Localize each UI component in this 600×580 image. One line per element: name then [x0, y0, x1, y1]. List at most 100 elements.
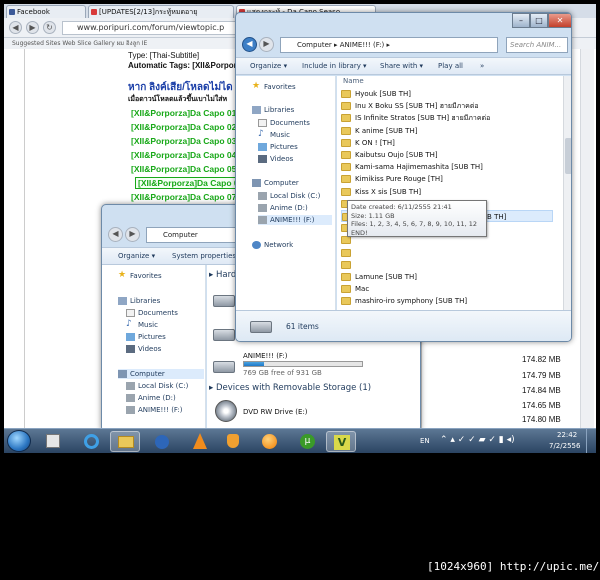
episode-link[interactable]: [XII&Porporza]Da Capo 02[D	[131, 122, 245, 132]
share-with-button[interactable]: Share with ▾	[380, 61, 423, 72]
close-button[interactable]: ✕	[548, 13, 571, 28]
nav-pictures[interactable]: Pictures	[258, 142, 298, 152]
minimize-button[interactable]: –	[512, 13, 530, 28]
name-column-header[interactable]: Name	[343, 77, 364, 85]
drive-icon[interactable]	[213, 329, 235, 341]
folder-row[interactable]: Inu X Boku SS [SUB TH] ฮายมีภาคต่อ	[341, 100, 553, 112]
folder-row[interactable]: Kami-sama Hajimemashita [SUB TH]	[341, 161, 553, 173]
maximize-button[interactable]: □	[530, 13, 548, 28]
folder-name: mashiro-iro symphony [SUB TH]	[355, 297, 468, 306]
folder-row[interactable]: Kaibutsu Oujo [SUB TH]	[341, 149, 553, 161]
nav-network[interactable]: Network	[252, 240, 293, 250]
episode-link[interactable]: [XII&Porporza]Da Capo 05[D	[131, 164, 245, 174]
folder-row[interactable]	[341, 247, 553, 259]
app-icon-v[interactable]: V	[326, 431, 356, 452]
clock-date[interactable]: 7/2/2556	[549, 442, 580, 450]
folder-name: K anime [SUB TH]	[355, 126, 418, 135]
nav-libraries[interactable]: Libraries	[118, 296, 160, 306]
episode-link[interactable]: [XII&Porporza]Da Capo 07[D	[131, 192, 245, 202]
bookmarks-text[interactable]: Suggested Sites Web Slice Gallery ผม อิง…	[4, 40, 147, 47]
vlc-icon[interactable]	[184, 431, 214, 452]
play-all-button[interactable]: Play all	[438, 61, 463, 72]
folder-row[interactable]	[341, 259, 553, 271]
search-input[interactable]: Search ANIM...	[506, 37, 568, 53]
episode-link[interactable]: [XII&Porporza]Da Capo 03[D	[131, 136, 245, 146]
nav-documents[interactable]: Documents	[126, 308, 178, 318]
folder-row[interactable]: Kiss X sis [SUB TH]	[341, 186, 553, 198]
internet-explorer-icon[interactable]	[76, 431, 106, 452]
nav-favorites[interactable]: ★ Favorites	[252, 81, 296, 92]
nav-label: Libraries	[130, 297, 161, 305]
browser-scrollbar[interactable]	[580, 49, 594, 429]
nav-pictures[interactable]: Pictures	[126, 332, 166, 342]
nav-libraries[interactable]: Libraries	[252, 105, 294, 115]
show-desktop-button[interactable]	[586, 429, 596, 453]
back-arrow-icon[interactable]: ◀	[108, 227, 123, 242]
nav-local-disk[interactable]: Local Disk (C:)	[126, 381, 188, 391]
more-commands-button[interactable]: »	[480, 61, 484, 72]
nav-videos[interactable]: Videos	[258, 154, 293, 164]
nav-anime-f[interactable]: ANIME!!! (F:)	[126, 405, 183, 415]
nav-music[interactable]: ♪ Music	[258, 129, 290, 140]
folder-row[interactable]: Lamune [SUB TH]	[341, 271, 553, 283]
taskbar-app-icon[interactable]	[38, 431, 68, 452]
include-in-library-button[interactable]: Include in library ▾	[302, 61, 367, 72]
organize-button[interactable]: Organize ▾	[118, 251, 155, 262]
system-properties-button[interactable]: System properties	[172, 251, 236, 262]
nav-documents[interactable]: Documents	[258, 118, 310, 128]
back-arrow-icon[interactable]: ◀	[9, 21, 22, 34]
drive-icon[interactable]	[213, 361, 235, 373]
reload-icon[interactable]: ↻	[43, 21, 56, 34]
nav-anime-d[interactable]: Anime (D:)	[258, 203, 308, 213]
app-icon-pin[interactable]	[218, 431, 248, 452]
windows-explorer-icon[interactable]	[110, 431, 140, 452]
nav-videos[interactable]: Videos	[126, 344, 161, 354]
star-icon: ★	[118, 270, 127, 280]
clock-time[interactable]: 22:42	[557, 431, 577, 439]
folder-row[interactable]: mashiro-iro symphony [SUB TH]	[341, 295, 553, 307]
episode-link[interactable]: [XII&Porporza]Da Capo 04[D	[131, 150, 245, 160]
drive-icon	[126, 394, 135, 402]
nav-label: Music	[270, 131, 290, 139]
folder-row[interactable]: K ON ! [TH]	[341, 137, 553, 149]
forward-arrow-icon[interactable]: ▶	[125, 227, 140, 242]
nav-music[interactable]: ♪ Music	[126, 319, 158, 330]
address-bar[interactable]: Computer ▸ ANIME!!! (F:) ▸	[280, 37, 498, 53]
watermark-text: [1024x960] http://upic.me/	[427, 560, 600, 573]
nav-local-disk[interactable]: Local Disk (C:)	[258, 191, 320, 201]
drive-label[interactable]: ANIME!!! (F:)	[243, 352, 288, 360]
nav-anime-d[interactable]: Anime (D:)	[126, 393, 176, 403]
dvd-label[interactable]: DVD RW Drive (E:)	[243, 408, 308, 416]
scroll-thumb[interactable]	[565, 138, 571, 174]
forward-arrow-icon[interactable]: ▶	[26, 21, 39, 34]
tab-updates[interactable]: [UPDATES[2/13]กระทู้หมดอายุ	[88, 5, 234, 18]
folder-row[interactable]: Kimikiss Pure Rouge [TH]	[341, 173, 553, 185]
organize-button[interactable]: Organize ▾	[250, 61, 287, 72]
folder-icon	[341, 236, 351, 245]
nav-computer[interactable]: Computer	[118, 369, 204, 379]
nav-favorites[interactable]: ★ Favorites	[118, 270, 162, 281]
nav-anime-f[interactable]: ANIME!!! (F:)	[258, 215, 332, 225]
back-arrow-icon[interactable]: ◀	[242, 37, 257, 52]
forward-arrow-icon[interactable]: ▶	[259, 37, 274, 52]
app-icon-orange[interactable]	[254, 431, 284, 452]
drive-icon[interactable]	[213, 295, 235, 307]
folder-row[interactable]: Mac	[341, 283, 553, 295]
libraries-icon	[252, 106, 261, 114]
media-player-icon[interactable]	[146, 431, 176, 452]
language-indicator[interactable]: EN	[420, 437, 430, 445]
folder-row[interactable]: K anime [SUB TH]	[341, 125, 553, 137]
navigation-pane: ★ Favorites Libraries Documents ♪ Music Pi…	[102, 265, 206, 431]
url-bar[interactable]: www.poripuri.com/forum/viewtopic.p	[62, 21, 242, 35]
tab-facebook[interactable]: Facebook	[6, 5, 86, 18]
dvd-icon[interactable]	[215, 400, 237, 422]
tray-icons[interactable]: ⌃ ▴ ✓ ✓ ▰ ✓ ▮ ◂)	[440, 435, 515, 445]
nav-computer[interactable]: Computer	[252, 178, 299, 188]
nav-label: Music	[138, 321, 158, 329]
folder-row[interactable]: IS Infinite Stratos [SUB TH] ฮายมีภาคต่อ	[341, 112, 553, 124]
windows-start-icon[interactable]	[7, 430, 31, 452]
file-list-scrollbar[interactable]	[563, 76, 571, 310]
folder-row[interactable]: Hyouk [SUB TH]	[341, 88, 553, 100]
episode-link[interactable]: [XII&Porporza]Da Capo 01[D	[131, 108, 245, 118]
utorrent-icon[interactable]: µ	[292, 431, 322, 452]
